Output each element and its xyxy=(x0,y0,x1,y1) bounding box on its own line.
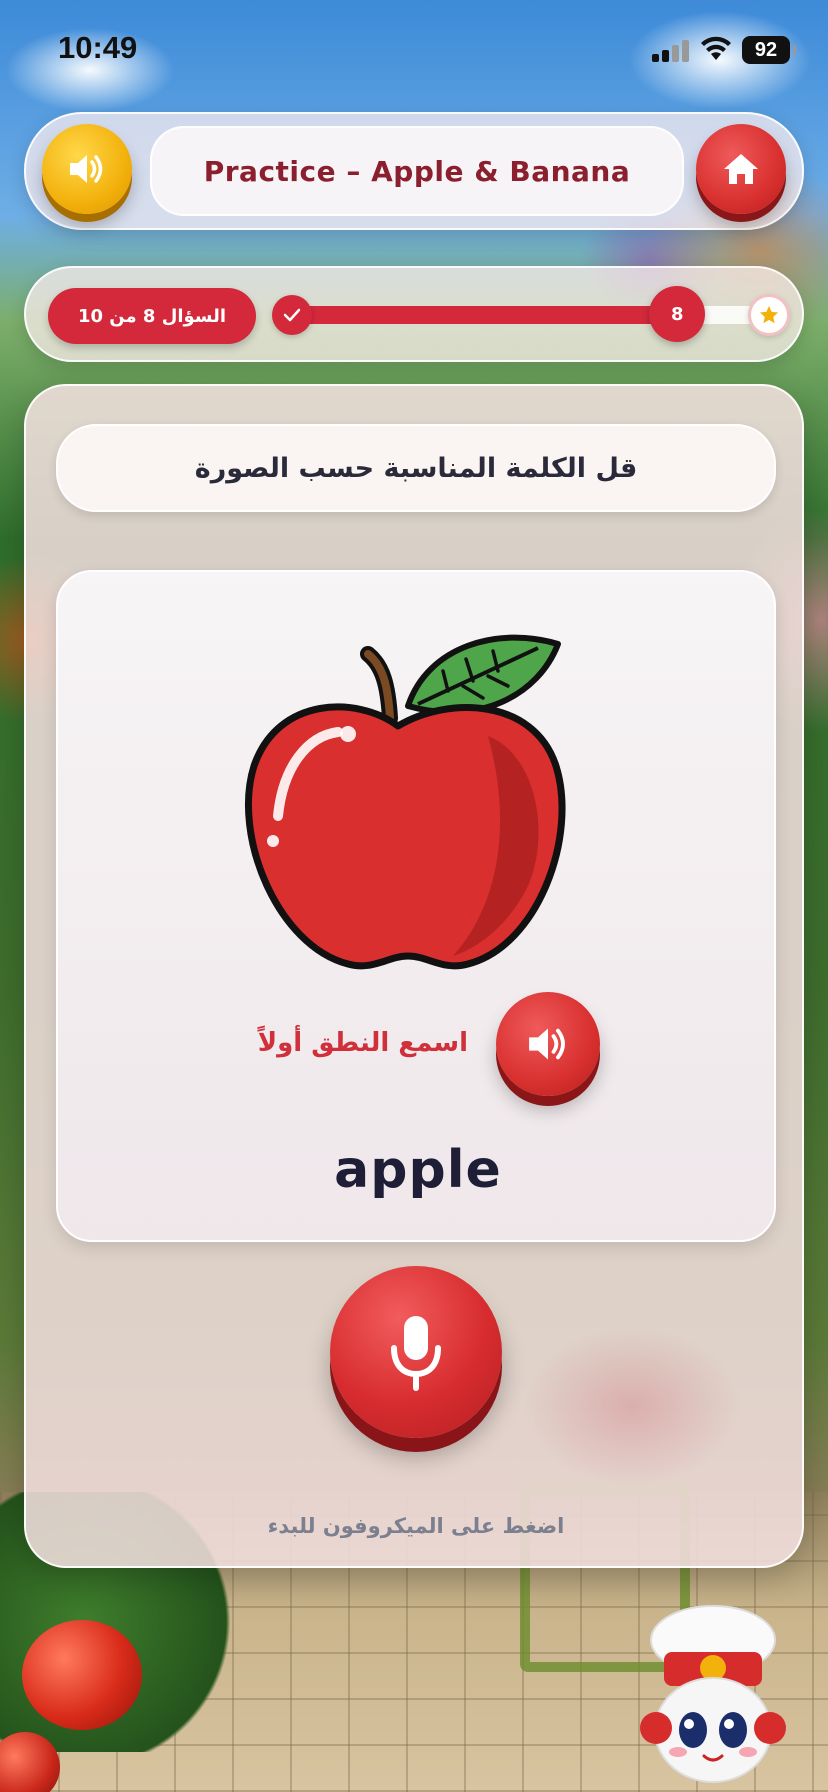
practice-card: قل الكلمة المناسبة حسب الصورة اسمع النطق… xyxy=(24,384,804,1568)
listen-label: اسمع النطق أولاً xyxy=(257,1028,468,1058)
progress-row: السؤال 8 من 10 8 xyxy=(24,266,804,362)
microphone-icon xyxy=(391,1316,441,1391)
page-title: Practice – Apple & Banana xyxy=(150,126,684,216)
target-word: apple xyxy=(334,1140,502,1200)
speaker-icon xyxy=(70,155,103,183)
home-icon xyxy=(724,154,758,184)
listen-row: اسمع النطق أولاً xyxy=(58,992,778,1102)
listen-pronunciation-button[interactable] xyxy=(496,992,600,1096)
question-counter-badge: السؤال 8 من 10 xyxy=(48,288,256,344)
progress-fill xyxy=(276,306,678,324)
instruction-text: قل الكلمة المناسبة حسب الصورة xyxy=(56,424,776,512)
cellular-signal-icon xyxy=(652,40,690,62)
chef-mascot xyxy=(638,1600,788,1790)
progress-track xyxy=(276,306,784,324)
word-image-card: اسمع النطق أولاً apple xyxy=(56,570,776,1242)
home-button[interactable] xyxy=(696,124,786,214)
sound-toggle-button[interactable] xyxy=(42,124,132,214)
background-tomato xyxy=(22,1620,142,1730)
wifi-icon xyxy=(701,36,731,60)
star-icon xyxy=(748,294,790,336)
top-header: Practice – Apple & Banana xyxy=(24,112,804,230)
speaker-icon xyxy=(529,1028,565,1060)
microphone-hint: اضغط على الميكروفون للبدء xyxy=(267,1514,565,1538)
progress-current-marker: 8 xyxy=(649,286,706,342)
apple-illustration xyxy=(238,626,578,986)
status-time: 10:49 xyxy=(58,30,138,65)
battery-indicator: 92 xyxy=(742,36,796,64)
check-icon xyxy=(272,295,312,335)
status-bar: 10:49 92 xyxy=(0,30,828,70)
microphone-button[interactable] xyxy=(330,1266,502,1438)
